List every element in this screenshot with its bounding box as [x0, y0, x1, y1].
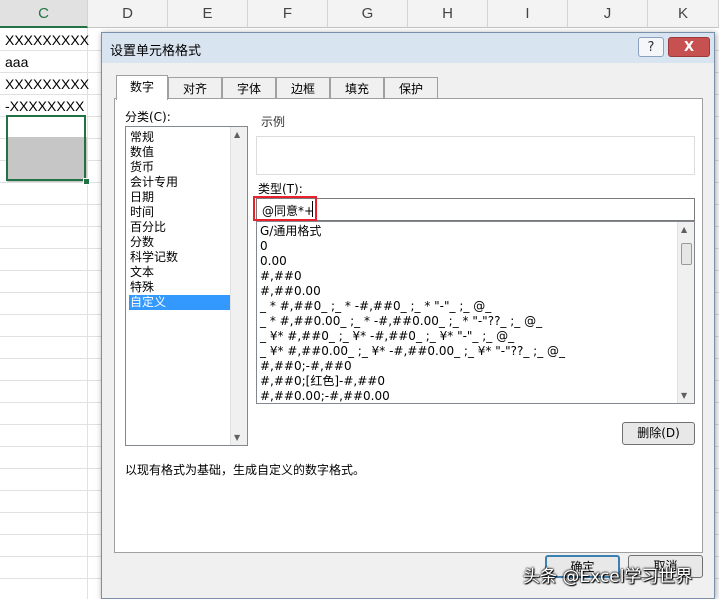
- category-item[interactable]: 科学记数: [129, 250, 230, 265]
- category-item[interactable]: 百分比: [129, 220, 230, 235]
- category-scrollbar[interactable]: ▲ ▼: [230, 127, 247, 445]
- cell-c4[interactable]: -XXXXXXXX: [5, 95, 84, 117]
- column-header-h[interactable]: H: [408, 0, 488, 28]
- column-header-i[interactable]: I: [488, 0, 568, 28]
- tab-border[interactable]: 边框: [276, 77, 330, 99]
- type-input[interactable]: @同意*+: [256, 198, 695, 221]
- cell-c1[interactable]: XXXXXXXXX: [5, 29, 89, 51]
- fill-handle[interactable]: [83, 178, 90, 185]
- format-item[interactable]: G/通用格式: [260, 224, 321, 239]
- category-label: 分类(C):: [125, 110, 171, 124]
- category-item[interactable]: 特殊: [129, 280, 230, 295]
- format-item[interactable]: #,##0;-#,##0: [260, 359, 352, 374]
- format-item[interactable]: _ ¥* #,##0_ ;_ ¥* -#,##0_ ;_ ¥* "-"_ ;_ …: [260, 329, 514, 344]
- format-item[interactable]: _ ¥* #,##0.00_ ;_ ¥* -#,##0.00_ ;_ ¥* "-…: [260, 344, 565, 359]
- category-item[interactable]: 文本: [129, 265, 230, 280]
- description-text: 以现有格式为基础，生成自定义的数字格式。: [125, 463, 366, 477]
- category-item[interactable]: 分数: [129, 235, 230, 250]
- format-item[interactable]: #,##0.00: [260, 284, 321, 299]
- category-item[interactable]: 货币: [129, 160, 230, 175]
- tab-alignment[interactable]: 对齐: [168, 77, 222, 99]
- scroll-up-icon[interactable]: ▲: [681, 225, 687, 234]
- dialog-title: 设置单元格格式: [110, 44, 202, 59]
- format-scrollbar[interactable]: ▲ ▼: [677, 222, 694, 403]
- column-header-c[interactable]: C: [0, 0, 88, 28]
- column-header-e[interactable]: E: [168, 0, 248, 28]
- red-highlight-annotation: [253, 196, 317, 221]
- format-list[interactable]: G/通用格式 0 0.00 #,##0 #,##0.00 _ * #,##0_ …: [256, 221, 695, 404]
- type-label: 类型(T):: [258, 182, 303, 196]
- column-header-k[interactable]: K: [648, 0, 719, 28]
- format-cells-dialog: 设置单元格格式 ? X 数字 对齐 字体 边框 填充 保护 分类(C): 常规 …: [101, 32, 715, 599]
- delete-button[interactable]: 删除(D): [622, 422, 695, 445]
- category-item[interactable]: 数值: [129, 145, 230, 160]
- category-item[interactable]: 常规: [129, 130, 230, 145]
- scroll-up-icon[interactable]: ▲: [234, 130, 240, 139]
- category-list[interactable]: 常规 数值 货币 会计专用 日期 时间 百分比 分数 科学记数 文本 特殊 自定…: [125, 126, 248, 446]
- number-tab-panel: 分类(C): 常规 数值 货币 会计专用 日期 时间 百分比 分数 科学记数 文…: [114, 98, 703, 553]
- scroll-down-icon[interactable]: ▼: [234, 433, 240, 442]
- format-item[interactable]: #,##0;[红色]-#,##0: [260, 374, 385, 389]
- category-item[interactable]: 日期: [129, 190, 230, 205]
- column-header-f[interactable]: F: [248, 0, 328, 28]
- dialog-titlebar[interactable]: 设置单元格格式 ? X: [102, 33, 714, 63]
- sample-label: 示例: [261, 115, 286, 129]
- selection-border: [6, 115, 86, 181]
- format-item[interactable]: _ * #,##0_ ;_ * -#,##0_ ;_ * "-"_ ;_ @_: [260, 299, 491, 314]
- format-item[interactable]: 0: [260, 239, 268, 254]
- category-item-selected[interactable]: 自定义: [129, 295, 230, 310]
- format-item[interactable]: _ * #,##0.00_ ;_ * -#,##0.00_ ;_ * "-"??…: [260, 314, 542, 329]
- column-header-g[interactable]: G: [328, 0, 408, 28]
- column-header-j[interactable]: J: [568, 0, 648, 28]
- category-item[interactable]: 会计专用: [129, 175, 230, 190]
- tab-number[interactable]: 数字: [116, 75, 168, 100]
- category-item[interactable]: 时间: [129, 205, 230, 220]
- scroll-thumb[interactable]: [681, 243, 692, 265]
- close-button[interactable]: X: [668, 37, 710, 57]
- watermark-text: 头条 @Excel学习世界: [523, 567, 693, 587]
- format-item[interactable]: #,##0.00;-#,##0.00: [260, 389, 390, 403]
- format-item[interactable]: #,##0: [260, 269, 302, 284]
- tab-font[interactable]: 字体: [222, 77, 276, 99]
- column-header-d[interactable]: D: [88, 0, 168, 28]
- tab-protection[interactable]: 保护: [384, 77, 438, 99]
- help-button[interactable]: ?: [638, 37, 664, 57]
- sample-preview: [256, 136, 695, 175]
- format-item[interactable]: 0.00: [260, 254, 287, 269]
- cell-c2[interactable]: aaa: [5, 51, 28, 73]
- tab-fill[interactable]: 填充: [330, 77, 384, 99]
- scroll-down-icon[interactable]: ▼: [681, 391, 687, 400]
- cell-c3[interactable]: XXXXXXXXX: [5, 73, 89, 95]
